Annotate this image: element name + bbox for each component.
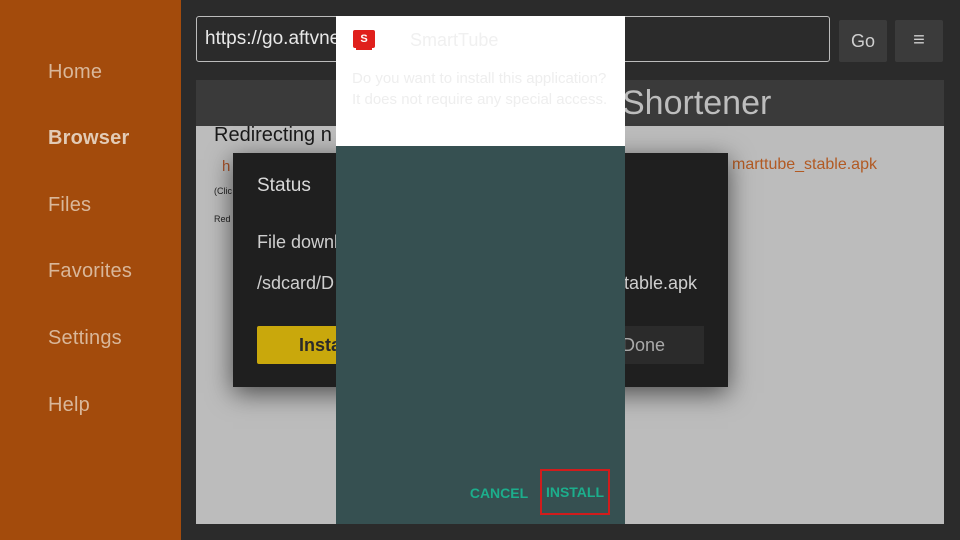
sidebar: Home Browser Files Favorites Settings He… xyxy=(0,0,181,540)
status-install-button[interactable]: Insta xyxy=(257,326,347,364)
smarttube-logo-stand xyxy=(356,48,372,50)
status-dialog-path: /sdcard/D xyxy=(257,273,335,293)
sidebar-item-favorites[interactable]: Favorites xyxy=(48,260,132,283)
cancel-button[interactable]: CANCEL xyxy=(460,480,538,506)
sidebar-item-browser[interactable]: Browser xyxy=(48,127,129,150)
smarttube-logo-icon: S xyxy=(353,30,375,48)
sidebar-item-settings[interactable]: Settings xyxy=(48,327,122,350)
download-link-fragment[interactable]: h xyxy=(222,158,230,175)
status-install-label: Insta xyxy=(299,335,342,355)
sidebar-item-help[interactable]: Help xyxy=(48,394,90,417)
webpage-title: Shortener xyxy=(622,84,772,122)
go-button[interactable]: Go xyxy=(839,20,887,62)
sidebar-item-home[interactable]: Home xyxy=(48,61,102,84)
sidebar-item-files[interactable]: Files xyxy=(48,194,91,217)
click-hint-text: (Clic xyxy=(214,186,232,196)
menu-icon[interactable]: ≡ xyxy=(895,20,943,62)
redirect-hint-text: Red xyxy=(214,214,231,224)
install-button[interactable]: INSTALL xyxy=(540,469,610,515)
installer-app-name: SmartTube xyxy=(410,30,499,50)
redirect-text: Redirecting n xyxy=(214,124,332,146)
status-dialog-path-tail: table.apk xyxy=(624,273,698,293)
apk-download-link[interactable]: marttube_stable.apk xyxy=(732,156,877,174)
status-dialog-message: File downl xyxy=(257,232,339,252)
status-done-button[interactable]: Done xyxy=(612,326,704,364)
status-done-label: Done xyxy=(622,335,666,355)
status-dialog-title: Status xyxy=(257,175,311,196)
installer-question: Do you want to install this application?… xyxy=(352,70,608,108)
